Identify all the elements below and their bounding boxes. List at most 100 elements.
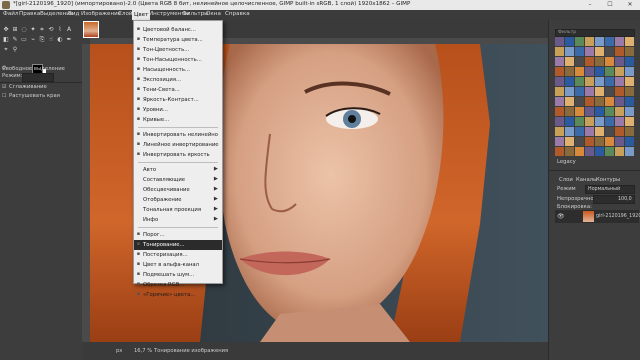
color-menu-item[interactable]: Инфо ▶ [134, 215, 222, 225]
pattern-swatch[interactable] [585, 117, 594, 126]
menu-view[interactable]: Вид [68, 11, 79, 17]
pattern-swatch[interactable] [555, 77, 564, 86]
pattern-swatch[interactable] [555, 107, 564, 116]
pattern-swatch[interactable] [595, 57, 604, 66]
pattern-swatch[interactable] [615, 107, 624, 116]
color-menu-item[interactable]: ▪ Тени-Света... [134, 85, 222, 95]
airbrush-icon[interactable]: ⌁ [29, 36, 37, 44]
crop-tool-icon[interactable]: ⌗ [38, 26, 46, 34]
opacity-slider[interactable]: 100,0 [593, 195, 635, 204]
pattern-swatch[interactable] [565, 47, 574, 56]
pattern-swatch[interactable] [595, 137, 604, 146]
pattern-swatch[interactable] [575, 37, 584, 46]
pattern-swatch[interactable] [565, 67, 574, 76]
pattern-swatch[interactable] [615, 117, 624, 126]
pattern-swatch[interactable] [625, 107, 634, 116]
pattern-swatch[interactable] [615, 57, 624, 66]
color-menu-item[interactable]: Отображение ▶ [134, 195, 222, 205]
pattern-swatch[interactable] [625, 67, 634, 76]
pattern-swatch[interactable] [625, 127, 634, 136]
pattern-swatch[interactable] [565, 107, 574, 116]
pattern-swatch[interactable] [585, 57, 594, 66]
color-menu-item[interactable]: ▪ Уровни... [134, 105, 222, 115]
pattern-swatch[interactable] [585, 127, 594, 136]
color-menu-item[interactable]: ▪ Тон-Цветность... [134, 45, 222, 55]
pattern-swatch[interactable] [625, 97, 634, 106]
color-menu-item[interactable]: Обесцвечивание ▶ [134, 185, 222, 195]
pattern-swatch[interactable] [555, 127, 564, 136]
menu-windows[interactable]: Окна [206, 11, 221, 17]
eraser-icon[interactable]: ▭ [20, 36, 28, 44]
pattern-swatch[interactable] [595, 67, 604, 76]
pattern-swatch[interactable] [595, 97, 604, 106]
move-tool-icon[interactable]: ✥ [2, 26, 10, 34]
pattern-swatch[interactable] [595, 87, 604, 96]
minimize-button[interactable]: – [580, 0, 600, 10]
fuzzy-select-icon[interactable]: ✦ [29, 26, 37, 34]
color-picker-icon[interactable]: ⌖ [2, 46, 10, 54]
close-button[interactable]: ✕ [620, 0, 640, 10]
pattern-swatch[interactable] [615, 47, 624, 56]
pattern-swatch[interactable] [625, 37, 634, 46]
color-menu-item[interactable]: ▪ Инвертировать нелинейно [134, 130, 222, 140]
menu-image[interactable]: Изображение [81, 11, 121, 17]
pattern-swatch[interactable] [555, 47, 564, 56]
pattern-swatch[interactable] [625, 137, 634, 146]
pattern-swatch[interactable] [595, 77, 604, 86]
color-menu-item[interactable]: Тональная проекция ▶ [134, 205, 222, 215]
color-menu-item[interactable]: ▪ Линейное инвертирование [134, 140, 222, 150]
pattern-swatch[interactable] [585, 87, 594, 96]
menu-layer[interactable]: Слой [118, 11, 133, 17]
image-tab-thumbnail[interactable] [83, 21, 99, 38]
color-menu-item[interactable]: ▪ Порог... [134, 230, 222, 240]
pattern-swatch[interactable] [575, 117, 584, 126]
pattern-swatch[interactable] [585, 67, 594, 76]
pattern-swatch[interactable] [615, 37, 624, 46]
color-menu-item[interactable]: ▪ Цветовой баланс... [134, 25, 222, 35]
pattern-swatch[interactable] [575, 57, 584, 66]
color-menu-item[interactable]: ▪ Цвет в альфа-канал [134, 260, 222, 270]
pattern-swatch[interactable] [555, 97, 564, 106]
pattern-swatch[interactable] [565, 97, 574, 106]
pattern-swatch[interactable] [625, 77, 634, 86]
pattern-swatch[interactable] [615, 87, 624, 96]
pattern-swatch[interactable] [625, 87, 634, 96]
transform-tool-icon[interactable]: ⟲ [47, 26, 55, 34]
pattern-swatch[interactable] [575, 87, 584, 96]
color-menu-item[interactable]: Составляющие ▶ [134, 175, 222, 185]
paintbrush-icon[interactable]: ✎ [11, 36, 19, 44]
pattern-swatch[interactable] [585, 147, 594, 156]
menu-colors[interactable]: Цвет [132, 10, 151, 20]
pattern-swatch[interactable] [605, 57, 614, 66]
pattern-swatch[interactable] [575, 137, 584, 146]
color-menu-item[interactable]: ▪ Температура цвета... [134, 35, 222, 45]
color-menu-item[interactable]: ▪ Насыщенность... [134, 65, 222, 75]
tab-paths[interactable]: Контуры [596, 177, 620, 183]
color-menu-item[interactable]: ▪ Подмешать шум... [134, 270, 222, 280]
color-menu-item[interactable]: ▪ Яркость-Контраст... [134, 95, 222, 105]
pattern-swatch[interactable] [615, 67, 624, 76]
pattern-swatch[interactable] [605, 127, 614, 136]
color-menu-item[interactable]: ▪ Тон-Насыщенность... [134, 55, 222, 65]
pattern-swatch[interactable] [595, 127, 604, 136]
pattern-swatch[interactable] [575, 97, 584, 106]
pattern-swatch[interactable] [605, 107, 614, 116]
zoom-tool-icon[interactable]: ⚲ [11, 46, 19, 54]
layer-mode-selector[interactable]: Нормальный [585, 185, 635, 194]
mode-selector[interactable] [22, 73, 54, 82]
dodge-burn-icon[interactable]: ◐ [56, 36, 64, 44]
pattern-swatch[interactable] [585, 107, 594, 116]
pattern-swatch[interactable] [605, 97, 614, 106]
pattern-swatch[interactable] [555, 117, 564, 126]
pattern-swatch[interactable] [575, 147, 584, 156]
pattern-swatch[interactable] [575, 107, 584, 116]
pattern-swatch[interactable] [625, 147, 634, 156]
color-menu-item[interactable]: ▪ Тонирование... [134, 240, 222, 250]
pattern-swatch[interactable] [625, 47, 634, 56]
warp-tool-icon[interactable]: ⌇ [56, 26, 64, 34]
pattern-swatch[interactable] [565, 127, 574, 136]
pattern-swatch[interactable] [625, 57, 634, 66]
color-menu-item[interactable]: Авто ▶ [134, 165, 222, 175]
pattern-swatch[interactable] [575, 47, 584, 56]
pattern-swatch[interactable] [595, 117, 604, 126]
